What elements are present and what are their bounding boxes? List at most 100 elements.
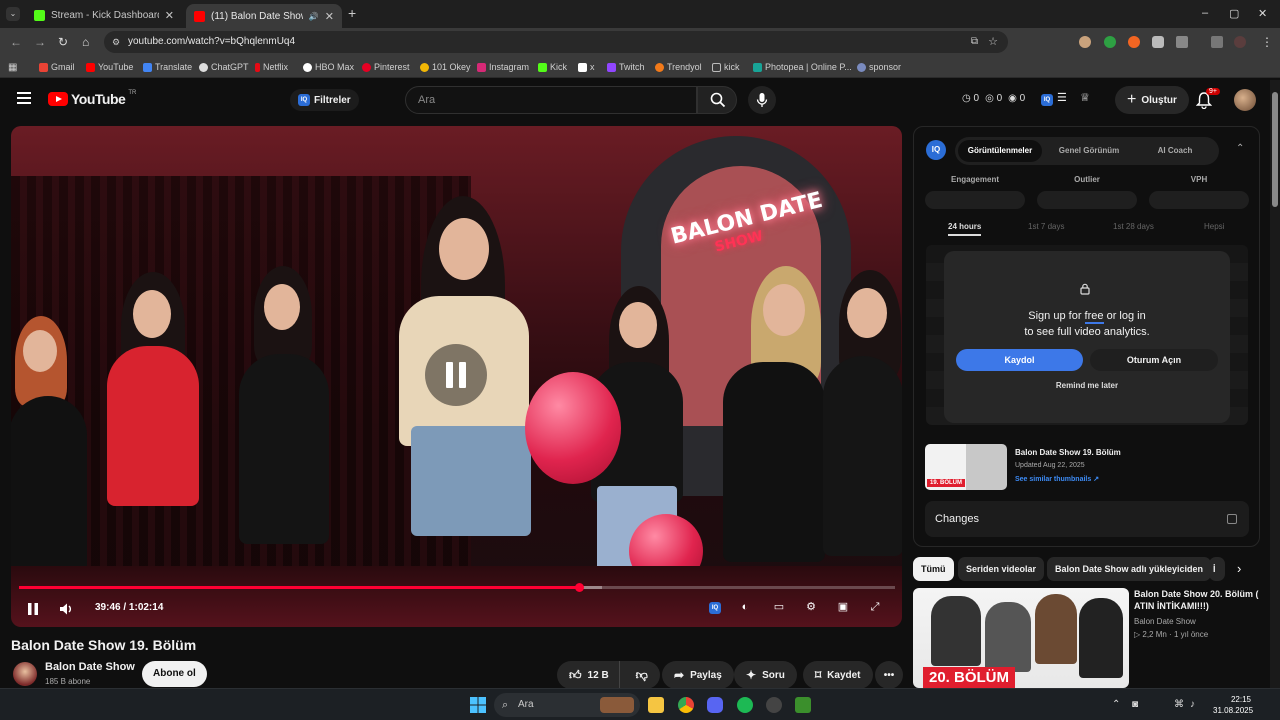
autoplay-toggle-icon[interactable]: ◐ — [738, 600, 752, 614]
trophy-icon[interactable]: ♕ — [1080, 91, 1090, 104]
pause-overlay-icon[interactable] — [425, 344, 487, 406]
scrubber-handle[interactable] — [574, 583, 584, 592]
windows-start-icon[interactable] — [470, 697, 486, 713]
voice-search-button[interactable] — [748, 86, 776, 114]
volume-icon[interactable] — [59, 602, 73, 616]
close-window-button[interactable]: ✕ — [1258, 7, 1267, 20]
reload-icon[interactable]: ↻ — [58, 35, 68, 49]
ask-button[interactable]: ✦ Soru — [734, 661, 797, 689]
chip-uploader[interactable]: Balon Date Show adlı yükleyiciden — [1047, 557, 1212, 581]
extension-icon-1[interactable] — [1079, 36, 1091, 48]
reading-list-icon[interactable] — [1211, 36, 1223, 48]
more-actions-button[interactable]: ••• — [875, 661, 903, 689]
bookmark-netflix[interactable]: Netflix — [255, 62, 288, 72]
extension-icon-3[interactable] — [1128, 36, 1140, 48]
login-button[interactable]: Oturum Açın — [1090, 349, 1218, 371]
search-input[interactable]: Ara — [405, 86, 697, 114]
bookmark-hbo-max[interactable]: HBO Max — [303, 62, 354, 72]
close-tab-icon[interactable]: ✕ — [165, 9, 174, 22]
save-button[interactable]: ⌑ Kaydet — [803, 661, 873, 689]
similar-thumbnails-link[interactable]: See similar thumbnails ↗ — [1015, 475, 1099, 483]
subscribe-button[interactable]: Abone ol — [142, 661, 207, 687]
tray-discord-icon[interactable]: ◙ — [1132, 699, 1138, 710]
pause-icon[interactable] — [26, 602, 40, 616]
bookmark-translate[interactable]: Translate — [143, 62, 192, 72]
extensions-puzzle-icon[interactable] — [1176, 36, 1188, 48]
fullscreen-icon[interactable]: ⤢ — [868, 600, 882, 614]
youtube-logo[interactable]: YouTube TR — [48, 90, 136, 107]
site-info-icon[interactable]: ⚙ — [112, 31, 120, 53]
changes-row[interactable]: Changes — [925, 501, 1249, 537]
forward-arrow-icon[interactable]: → — [34, 35, 46, 49]
nvidia-icon[interactable] — [795, 697, 811, 713]
file-explorer-icon[interactable] — [648, 697, 664, 713]
account-avatar[interactable] — [1234, 89, 1256, 111]
channel-name[interactable]: Balon Date Show — [45, 661, 135, 673]
tray-network-icon[interactable]: ⌘ — [1174, 699, 1184, 710]
theater-mode-icon[interactable]: ▣ — [836, 600, 850, 614]
extension-icon-2[interactable] — [1104, 36, 1116, 48]
bookmark-101-okey[interactable]: 101 Okey — [420, 62, 471, 72]
taskbar-search[interactable]: ⌕ Ara — [494, 693, 640, 717]
like-button[interactable]: 👍︎ 12 B — [557, 661, 620, 689]
shield-extension-icon[interactable] — [1152, 36, 1164, 48]
more-menu-icon[interactable]: ⋮ — [1261, 35, 1273, 49]
register-button[interactable]: Kaydol — [956, 349, 1083, 371]
chip-all[interactable]: Tümü — [913, 557, 954, 581]
address-bar[interactable]: ⚙ youtube.com/watch?v=bQhqlenmUq4 ⧉ ☆ — [104, 31, 1008, 53]
range-first-7-days[interactable]: 1st 7 days — [1028, 222, 1064, 231]
bookmark-instagram[interactable]: Instagram — [477, 62, 529, 72]
chip-more[interactable]: İ — [1209, 557, 1225, 581]
bookmark-star-icon[interactable]: ☆ — [988, 31, 998, 53]
channel-avatar[interactable] — [13, 662, 37, 686]
vidiq-filters-button[interactable]: IQ Filtreler — [290, 89, 359, 111]
tray-overflow-icon[interactable]: ⌃ — [1112, 699, 1120, 710]
bookmark-folder-kick[interactable]: kick — [712, 62, 740, 72]
tab-search-button[interactable]: ⌄ — [6, 7, 20, 21]
home-icon[interactable]: ⌂ — [82, 35, 89, 49]
share-button[interactable]: ➦ Paylaş — [662, 661, 734, 689]
install-app-icon[interactable]: ⧉ — [971, 31, 978, 53]
new-tab-button[interactable]: + — [348, 5, 356, 21]
video-player[interactable]: BALON DATE SHOW 39:46 / 1:02:14 IQ ◐ ▭ ⚙ … — [11, 126, 902, 627]
spotify-icon[interactable] — [737, 697, 753, 713]
bookmark-pinterest[interactable]: Pinterest — [362, 62, 410, 72]
close-tab-icon[interactable]: ✕ — [325, 10, 334, 23]
video-thumbnail[interactable]: 19. BÖLÜM — [925, 444, 1007, 490]
minimize-button[interactable]: – — [1202, 7, 1208, 19]
create-button[interactable]: + Oluştur — [1115, 86, 1189, 114]
chips-next-chevron-icon[interactable]: › — [1237, 561, 1241, 576]
related-video-thumbnail[interactable]: 20. BÖLÜM — [913, 588, 1129, 688]
obs-icon[interactable] — [766, 697, 782, 713]
profile-avatar[interactable] — [1234, 36, 1246, 48]
bookmark-chatgpt[interactable]: ChatGPT — [199, 62, 249, 72]
related-video-channel[interactable]: Balon Date Show — [1134, 617, 1196, 626]
tab-overview[interactable]: Genel Görünüm — [1047, 140, 1131, 162]
bookmark-sponsor[interactable]: sponsor — [857, 62, 901, 72]
tab-views[interactable]: Görüntülenmeler — [958, 140, 1042, 162]
vidiq-toolbar-icon[interactable]: IQ — [1041, 94, 1053, 106]
bookmark-youtube[interactable]: YouTube — [86, 62, 133, 72]
bookmark-x[interactable]: x — [578, 62, 595, 72]
bookmark-trendyol[interactable]: Trendyol — [655, 62, 702, 72]
tray-volume-icon[interactable]: ♪ — [1190, 699, 1195, 710]
remind-later-link[interactable]: Remind me later — [944, 381, 1230, 390]
system-clock[interactable]: 22:15 31.08.2025 — [1213, 694, 1253, 716]
range-all[interactable]: Hepsi — [1204, 222, 1224, 231]
related-video-title[interactable]: Balon Date Show 20. Bölüm ( ATIN İNTİKAM… — [1134, 588, 1260, 612]
page-scrollbar-thumb[interactable] — [1272, 92, 1278, 207]
tab-ai-coach[interactable]: AI Coach — [1135, 140, 1215, 162]
back-arrow-icon[interactable]: ← — [10, 35, 22, 49]
speaker-icon[interactable]: 🔊 — [309, 12, 319, 21]
settings-gear-icon[interactable]: ⚙ — [804, 600, 818, 614]
discord-icon[interactable] — [707, 697, 723, 713]
vidiq-player-icon[interactable]: IQ — [709, 602, 721, 614]
hamburger-menu-icon[interactable] — [17, 92, 31, 107]
subtitles-icon[interactable]: ▭ — [772, 600, 786, 614]
chip-series[interactable]: Seriden videolar — [958, 557, 1045, 581]
search-button[interactable] — [697, 86, 737, 114]
bookmark-gmail[interactable]: Gmail — [39, 62, 75, 72]
range-first-28-days[interactable]: 1st 28 days — [1113, 222, 1154, 231]
collapse-chevron-icon[interactable]: ⌃ — [1236, 143, 1244, 154]
dislike-button[interactable]: 👎︎ — [626, 668, 660, 683]
